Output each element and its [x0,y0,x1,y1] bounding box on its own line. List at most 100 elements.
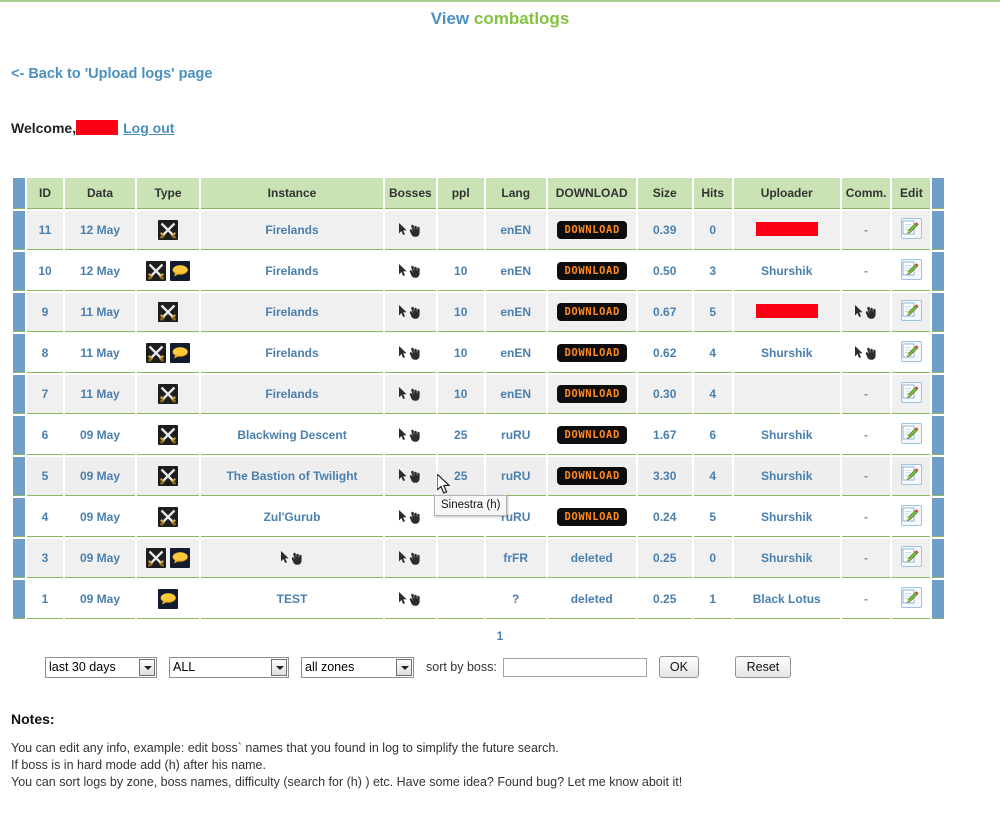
hand-cursor-icon[interactable] [398,304,422,320]
hand-cursor-icon[interactable] [854,345,878,361]
hand-cursor-icon[interactable] [398,468,422,484]
table-row[interactable]: 3 09 May frFR deleted 0.25 0 Shurshik - [13,539,945,578]
page-number-1[interactable]: 1 [497,629,504,643]
edit-pencil-icon[interactable] [900,546,922,567]
table-row[interactable]: 7 11 May Firelands 10 enEN DOWNLOAD 0.30 4 - [13,375,945,414]
instance-name[interactable]: Firelands [265,346,318,360]
download-button[interactable]: DOWNLOAD [556,343,627,363]
row-size: 0.30 [637,375,692,414]
edit-pencil-icon[interactable] [900,218,922,239]
download-button[interactable]: DOWNLOAD [556,507,627,527]
instance-name[interactable]: The Bastion of Twilight [226,469,357,483]
row-bosses [385,457,436,496]
ok-button[interactable]: OK [658,656,699,678]
column-header-uploader[interactable]: Uploader [733,178,840,209]
download-button[interactable]: DOWNLOAD [556,261,627,281]
table-header-row: ID Data Type Instance Bosses ppl Lang DO… [13,178,945,209]
period-select[interactable]: last 30 days [45,656,157,678]
table-row[interactable]: 11 12 May Firelands enEN DOWNLOAD 0.39 0 - [13,211,945,250]
row-date: 09 May [65,539,135,578]
edit-pencil-icon[interactable] [900,587,922,608]
row-id: 9 [27,293,63,332]
column-header-id[interactable]: ID [27,178,63,209]
instance-name[interactable]: Firelands [265,223,318,237]
hand-cursor-icon[interactable] [398,345,422,361]
instance-name[interactable]: Firelands [265,305,318,319]
row-cap-right [932,416,945,455]
uploader-name[interactable]: Shurshik [761,428,812,442]
edit-pencil-icon[interactable] [900,300,922,321]
uploader-name[interactable]: Black Lotus [753,592,821,606]
hand-cursor-icon[interactable] [398,263,422,279]
column-header-data[interactable]: Data [65,178,135,209]
row-uploader: Shurshik [733,498,840,537]
hand-cursor-icon[interactable] [398,550,422,566]
edit-pencil-icon[interactable] [900,341,922,362]
instance-name[interactable]: Firelands [265,387,318,401]
column-header-edit[interactable]: Edit [892,178,931,209]
edit-pencil-icon[interactable] [900,505,922,526]
instance-name[interactable]: Zul'Gurub [264,510,321,524]
table-row[interactable]: 10 12 May Firelands 10 enEN DOWNLOAD 0.50 3 Shur… [13,252,945,291]
column-header-instance[interactable]: Instance [201,178,383,209]
hand-cursor-icon[interactable] [398,427,422,443]
uploader-name[interactable]: Shurshik [761,551,812,565]
column-header-comm[interactable]: Comm. [841,178,891,209]
row-ppl [437,580,484,619]
reset-button[interactable]: Reset [734,656,791,678]
zone-select[interactable]: all zones [301,656,414,678]
edit-pencil-icon[interactable] [900,423,922,444]
row-uploader: Shurshik [733,252,840,291]
uploader-name[interactable]: Shurshik [761,346,812,360]
table-row[interactable]: 6 09 May Blackwing Descent 25 ruRU DOWNLOAD 1.… [13,416,945,455]
type-select[interactable]: ALL [169,656,289,678]
row-id: 11 [27,211,63,250]
download-button[interactable]: DOWNLOAD [556,425,627,445]
logout-link[interactable]: Log out [123,120,174,136]
table-row[interactable]: 5 09 May The Bastion of Twilight 25 ruRU DOWN… [13,457,945,496]
edit-pencil-icon[interactable] [900,259,922,280]
hand-cursor-icon[interactable] [280,550,304,566]
comment-placeholder: - [864,428,869,442]
uploader-name[interactable]: Shurshik [761,264,812,278]
hand-cursor-icon[interactable] [854,304,878,320]
uploader-name[interactable]: Shurshik [761,510,812,524]
table-row[interactable]: 8 11 May Firelands 10 enEN DOWNLOAD 0.62 4 Shurs… [13,334,945,373]
instance-name[interactable]: TEST [277,592,308,606]
hand-cursor-icon[interactable] [398,222,422,238]
column-header-size[interactable]: Size [637,178,692,209]
row-date: 11 May [65,375,135,414]
column-header-lang[interactable]: Lang [485,178,546,209]
row-comm: - [841,498,891,537]
row-id: 7 [27,375,63,414]
row-date: 12 May [65,211,135,250]
download-button[interactable]: DOWNLOAD [556,384,627,404]
instance-name[interactable]: Firelands [265,264,318,278]
column-header-download[interactable]: DOWNLOAD [547,178,636,209]
comment-placeholder: - [864,592,869,606]
column-header-hits[interactable]: Hits [693,178,732,209]
hand-cursor-icon[interactable] [398,386,422,402]
edit-pencil-icon[interactable] [900,382,922,403]
uploader-name[interactable]: Shurshik [761,469,812,483]
hand-cursor-icon[interactable] [398,509,422,525]
row-date: 09 May [65,457,135,496]
column-header-bosses[interactable]: Bosses [385,178,436,209]
speech-bubble-icon [170,343,190,363]
download-button[interactable]: DOWNLOAD [556,220,627,240]
sort-by-boss-input[interactable] [502,657,647,677]
column-header-ppl[interactable]: ppl [437,178,484,209]
hand-cursor-icon[interactable] [398,591,422,607]
instance-name[interactable]: Blackwing Descent [237,428,346,442]
crossed-swords-icon [158,302,178,322]
table-row[interactable]: 1 09 May TEST? deleted 0.25 1 Black Lotus - [13,580,945,619]
table-row[interactable]: 9 11 May Firelands 10 enEN DOWNLOAD 0.67 5 [13,293,945,332]
column-header-type[interactable]: Type [137,178,199,209]
download-button[interactable]: DOWNLOAD [556,466,627,486]
back-to-upload-logs-link[interactable]: <- Back to 'Upload logs' page [11,66,212,82]
edit-pencil-icon[interactable] [900,464,922,485]
row-id: 8 [27,334,63,373]
row-instance: TEST [201,580,383,619]
row-edit [892,580,931,619]
download-button[interactable]: DOWNLOAD [556,302,627,322]
